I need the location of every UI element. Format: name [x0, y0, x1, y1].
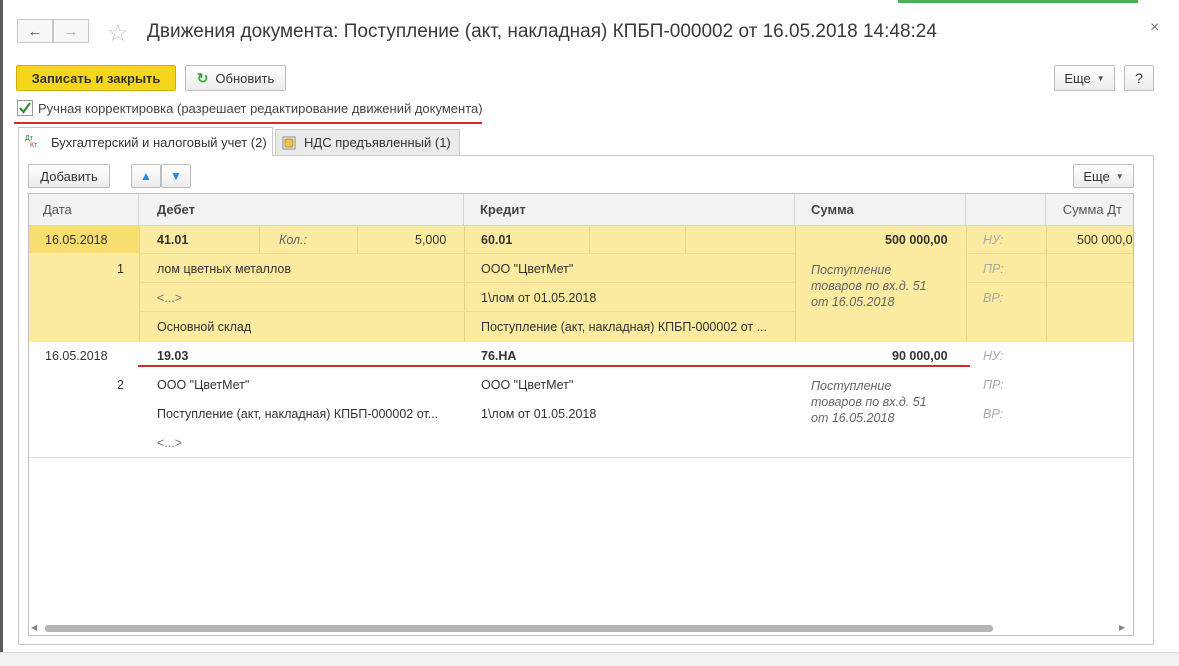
postings-table[interactable]: Дата Дебет Кредит Сумма Сумма Дт 16.05.2…: [28, 193, 1134, 636]
row2-credit-subconto2: 1\лом от 01.05.2018: [481, 407, 597, 421]
grid-line: [259, 226, 260, 253]
row1-credit-account: 60.01: [481, 233, 513, 247]
refresh-icon: ↻: [196, 69, 209, 86]
row2-date: 16.05.2018: [45, 349, 108, 363]
favorite-star-icon[interactable]: ☆: [107, 19, 129, 48]
manual-correction-checkbox[interactable]: [17, 100, 33, 116]
column-tax-labels[interactable]: [966, 194, 1046, 225]
row2-pr-label: ПР:: [983, 378, 1004, 392]
move-down-button[interactable]: ▼: [161, 164, 191, 188]
row1-qty-label: Кол.:: [279, 233, 308, 247]
table-header: Дата Дебет Кредит Сумма Сумма Дт: [29, 194, 1133, 226]
row2-credit-subconto1: ООО "ЦветМет": [481, 378, 574, 392]
column-date[interactable]: Дата: [29, 194, 139, 225]
help-button[interactable]: ?: [1124, 65, 1154, 91]
row1-amount: 500 000,00: [885, 233, 948, 247]
row2-number: 2: [117, 378, 124, 392]
arrow-right-icon: →: [63, 22, 79, 40]
row2-amount: 90 000,00: [892, 349, 948, 363]
grid-line: [139, 282, 795, 283]
dt-kt-icon: Дт Кт: [25, 135, 38, 149]
status-strip: [0, 652, 1179, 666]
row2-debit-account: 19.03: [157, 349, 189, 363]
more-menu-button[interactable]: Еще ▼: [1054, 65, 1115, 91]
move-up-button[interactable]: ▲: [131, 164, 161, 188]
back-button[interactable]: ←: [17, 19, 53, 43]
grid-line: [357, 226, 358, 253]
column-debit[interactable]: Дебет: [139, 194, 464, 225]
arrow-left-icon: ←: [27, 22, 43, 40]
row2-debit-subconto2: Поступление (акт, накладная) КПБП-000002…: [157, 407, 439, 421]
column-credit[interactable]: Кредит: [464, 194, 795, 225]
register-icon: [282, 136, 296, 149]
save-and-close-button[interactable]: Записать и закрыть: [16, 65, 176, 91]
more-label: Еще: [1064, 70, 1091, 86]
tab-accounting-label: Бухгалтерский и налоговый учет (2): [51, 134, 267, 150]
row1-debit-account: 41.01: [157, 233, 189, 247]
row1-debit-subconto3: Основной склад: [157, 320, 252, 334]
horizontal-scrollbar[interactable]: [45, 625, 993, 632]
grid-line: [966, 282, 1133, 283]
progress-line: [898, 0, 1138, 3]
grid-line: [685, 226, 686, 253]
red-underline: [138, 365, 970, 367]
tab-accounting[interactable]: Дт Кт Бухгалтерский и налоговый учет (2): [18, 127, 273, 156]
grid-line: [1046, 226, 1047, 342]
chevron-down-icon: ▼: [1115, 171, 1124, 181]
grid-line: [966, 226, 967, 342]
row2-debit-subconto1: ООО "ЦветМет": [157, 378, 250, 392]
row2-content: Поступление товаров по вх.д. 51 от 16.05…: [811, 379, 927, 425]
grid-line: [966, 253, 1133, 254]
row1-date: 16.05.2018: [45, 233, 108, 247]
row2-credit-account: 76.НА: [481, 349, 517, 363]
row2-debit-subconto3: <...>: [157, 436, 183, 450]
forward-button[interactable]: →: [53, 19, 89, 43]
page-title: Движения документа: Поступление (акт, на…: [147, 21, 937, 42]
chevron-down-icon: ▼: [1096, 73, 1105, 83]
refresh-label: Обновить: [215, 70, 275, 86]
table-more-label: Еще: [1083, 168, 1110, 184]
grid-line: [795, 226, 796, 342]
row1-credit-subconto3: Поступление (акт, накладная) КПБП-000002…: [481, 320, 767, 334]
row1-qty-value: 5,000: [415, 233, 447, 247]
grid-line: [589, 226, 590, 253]
arrow-up-icon: ▲: [140, 169, 152, 183]
scroll-left-icon[interactable]: ◀: [31, 623, 37, 632]
row1-pr-label: ПР:: [983, 262, 1004, 276]
arrow-down-icon: ▼: [170, 169, 182, 183]
tab-vat-label: НДС предъявленный (1): [304, 135, 451, 150]
close-icon[interactable]: ×: [1150, 19, 1159, 37]
row1-number: 1: [117, 262, 124, 276]
row2-nu-label: НУ:: [983, 349, 1004, 363]
manual-correction-label[interactable]: Ручная корректировка (разрешает редактир…: [38, 101, 483, 116]
row-divider: [29, 457, 1133, 458]
row1-vr-label: ВР:: [983, 291, 1004, 305]
grid-line: [464, 226, 465, 342]
row1-credit-subconto1: ООО "ЦветМет": [481, 262, 574, 276]
row1-nu-label: НУ:: [983, 233, 1004, 247]
row1-debit-subconto1: лом цветных металлов: [157, 262, 291, 276]
row1-credit-subconto2: 1\лом от 01.05.2018: [481, 291, 597, 305]
column-amount-dt[interactable]: Сумма Дт: [1046, 194, 1133, 225]
table-more-button[interactable]: Еще ▼: [1073, 164, 1134, 188]
window-edge: [1167, 0, 1179, 665]
scroll-right-icon[interactable]: ▶: [1119, 623, 1125, 632]
row1-amount-dt: 500 000,0: [1077, 233, 1133, 247]
column-amount[interactable]: Сумма: [795, 194, 966, 225]
add-button[interactable]: Добавить: [28, 164, 110, 188]
row1-debit-subconto2: <...>: [157, 291, 183, 305]
row1-content: Поступление товаров по вх.д. 51 от 16.05…: [811, 263, 927, 309]
tab-vat[interactable]: НДС предъявленный (1): [275, 129, 460, 155]
row2-vr-label: ВР:: [983, 407, 1004, 421]
red-underline: [14, 122, 482, 124]
grid-line: [139, 226, 140, 342]
grid-line: [139, 311, 795, 312]
grid-line: [139, 253, 795, 254]
window-frame: [0, 0, 3, 665]
refresh-button[interactable]: ↻ Обновить: [185, 65, 286, 91]
